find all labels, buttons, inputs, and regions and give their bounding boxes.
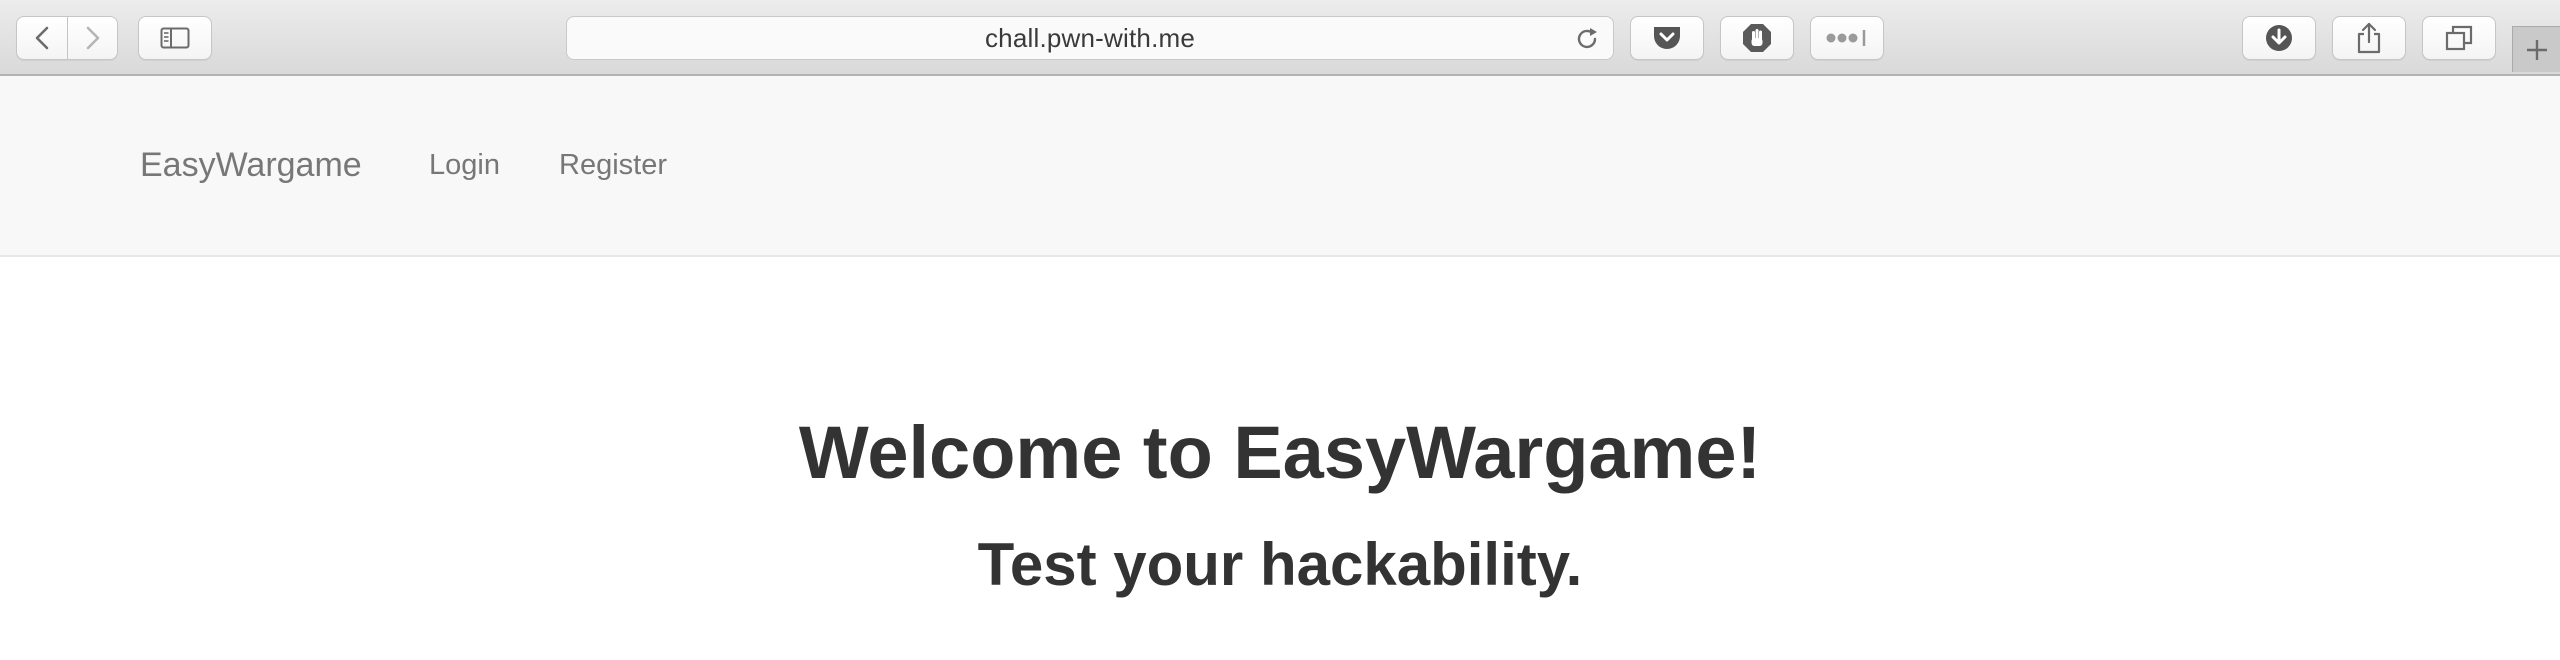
nav-link-register[interactable]: Register [559, 149, 667, 182]
pocket-button[interactable] [1630, 16, 1704, 60]
nav-link-login[interactable]: Login [429, 149, 500, 182]
download-icon [2266, 25, 2292, 51]
plus-icon [2526, 39, 2547, 60]
reload-icon [1577, 28, 1597, 49]
reload-button[interactable] [1573, 25, 1601, 58]
hand-stop-icon [1743, 24, 1771, 52]
share-button[interactable] [2332, 16, 2406, 60]
url-text: chall.pwn-with.me [984, 22, 1196, 53]
tabs-overview-button[interactable] [2422, 16, 2496, 60]
forward-button[interactable] [68, 16, 118, 60]
chevron-right-icon [86, 26, 99, 50]
downloads-button[interactable] [2242, 16, 2316, 60]
pocket-icon [1654, 27, 1680, 49]
new-tab-button[interactable] [2512, 26, 2560, 72]
password-manager-button[interactable] [1810, 16, 1884, 60]
address-bar[interactable]: chall.pwn-with.me [566, 16, 1614, 60]
tabs-overview-icon [2445, 25, 2473, 51]
adblock-button[interactable] [1720, 16, 1794, 60]
password-dots-icon [1826, 30, 1866, 46]
hero-subtitle: Test your hackability. [977, 531, 1583, 598]
share-icon [2357, 22, 2381, 54]
site-navbar: EasyWargame Login Register [0, 76, 2560, 257]
browser-toolbar: chall.pwn-with.me [0, 0, 2560, 76]
sidebar-button[interactable] [138, 16, 212, 60]
chevron-left-icon [35, 26, 49, 50]
hero-title: Welcome to EasyWargame! [798, 411, 1762, 494]
back-button[interactable] [16, 16, 68, 60]
sidebar-icon [160, 27, 190, 49]
brand-link[interactable]: EasyWargame [140, 146, 362, 185]
